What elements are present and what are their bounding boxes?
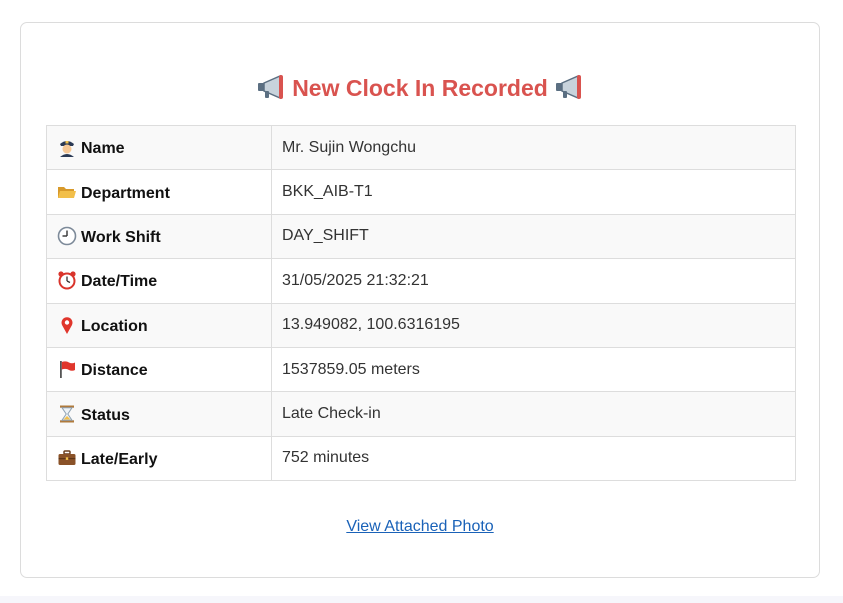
row-label: Distance	[81, 362, 148, 380]
red-flag-icon	[60, 361, 75, 379]
value-cell: DAY_SHIFT	[271, 213, 796, 260]
clock-in-card: New Clock In Recorded Name Mr. Sujin Won…	[20, 22, 820, 578]
table-row: Work Shift DAY_SHIFT	[46, 213, 796, 260]
label-cell: Distance	[46, 346, 272, 393]
alarm-clock-icon	[58, 271, 76, 290]
clock-in-details-table: Name Mr. Sujin Wongchu Department BKK_AI…	[46, 124, 796, 482]
table-row: Distance 1537859.05 meters	[46, 346, 796, 393]
row-label: Date/Time	[81, 273, 158, 291]
label-cell: Location	[46, 302, 272, 348]
clock-icon	[57, 226, 77, 246]
table-row: Date/Time 31/05/2025 21:32:21	[46, 258, 796, 304]
value-cell: Late Check-in	[271, 391, 796, 437]
page-bottom-band	[0, 596, 843, 603]
label-cell: Name	[46, 124, 272, 171]
table-row: Name Mr. Sujin Wongchu	[46, 124, 796, 171]
row-label: Late/Early	[81, 450, 158, 468]
value-cell: 31/05/2025 21:32:21	[271, 258, 796, 304]
view-attached-photo-link[interactable]: View Attached Photo	[346, 518, 493, 535]
label-cell: Work Shift	[46, 213, 272, 260]
row-label: Work Shift	[81, 228, 161, 246]
label-cell: Late/Early	[46, 435, 272, 482]
value-cell: BKK_AIB-T1	[271, 169, 796, 215]
photo-link-container: View Attached Photo	[21, 516, 819, 538]
label-cell: Status	[46, 391, 272, 437]
value-cell: Mr. Sujin Wongchu	[271, 124, 796, 171]
hourglass-icon	[60, 405, 74, 423]
row-label: Department	[81, 184, 170, 202]
page-title: New Clock In Recorded	[21, 70, 819, 106]
table-row: Department BKK_AIB-T1	[46, 169, 796, 215]
value-cell: 13.949082, 100.6316195	[271, 302, 796, 348]
row-label: Name	[81, 140, 125, 158]
open-folder-icon	[58, 186, 76, 198]
title-text: New Clock In Recorded	[292, 75, 548, 101]
row-label: Location	[81, 317, 148, 335]
table-row: Status Late Check-in	[46, 391, 796, 437]
table-row: Late/Early 752 minutes	[46, 435, 796, 482]
row-label: Status	[81, 406, 130, 424]
megaphone-icon	[556, 74, 582, 100]
label-cell: Department	[46, 169, 272, 215]
briefcase-icon	[58, 450, 76, 465]
value-cell: 752 minutes	[271, 435, 796, 482]
table-row: Location 13.949082, 100.6316195	[46, 302, 796, 348]
value-cell: 1537859.05 meters	[271, 346, 796, 393]
map-pin-icon	[61, 316, 73, 334]
megaphone-icon	[257, 74, 283, 100]
police-officer-icon	[60, 141, 74, 158]
label-cell: Date/Time	[46, 258, 272, 304]
